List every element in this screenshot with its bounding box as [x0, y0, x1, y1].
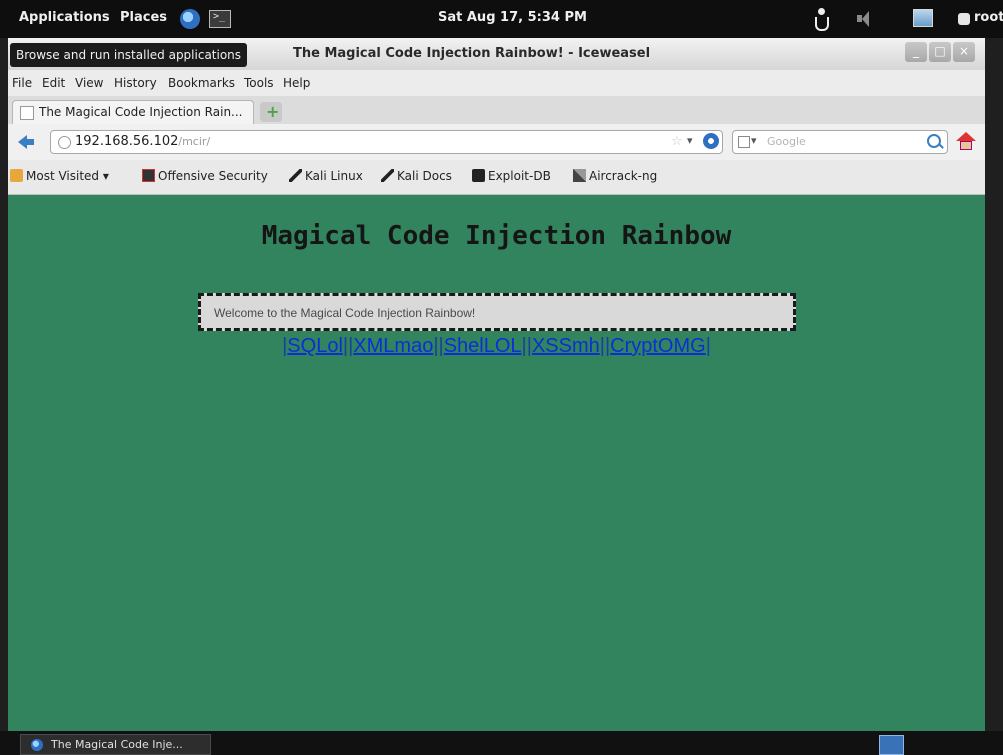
taskbar-window-button[interactable]: The Magical Code Inje...	[20, 734, 211, 755]
menu-history[interactable]: History	[114, 76, 157, 90]
browser-window: Browse and run installed applications Th…	[8, 38, 985, 731]
accessibility-icon[interactable]	[814, 8, 829, 31]
navigation-toolbar: 192.168.56.102/mcir/ ☆ ▾ ▾ Google	[8, 124, 985, 160]
link-separator: ||	[521, 335, 532, 357]
url-bar[interactable]: 192.168.56.102/mcir/ ☆ ▾	[50, 130, 723, 154]
network-icon[interactable]	[913, 9, 933, 27]
bookmark-label: Exploit-DB	[488, 169, 551, 183]
folder-icon	[10, 169, 23, 182]
exploit-db-icon	[472, 169, 485, 182]
workspace-switcher[interactable]	[879, 735, 904, 755]
link-xssmh[interactable]: XSSmh	[532, 335, 600, 357]
link-xmlmao[interactable]: XMLmao	[353, 335, 433, 357]
bookmark-label: Offensive Security	[158, 169, 268, 183]
menu-bar: File Edit View History Bookmarks Tools H…	[8, 70, 985, 96]
reload-icon[interactable]	[703, 133, 719, 149]
bookmark-aircrack-ng[interactable]: Aircrack-ng	[573, 169, 657, 183]
top-panel: Applications Places Sat Aug 17, 5:34 PM …	[0, 0, 1003, 38]
bookmark-label: Kali Docs	[397, 169, 452, 183]
bookmarks-toolbar: Most Visited ▾ Offensive Security Kali L…	[8, 160, 985, 195]
tab-title: The Magical Code Injection Rain...	[39, 105, 243, 119]
chevron-down-icon[interactable]: ▾	[751, 134, 757, 147]
url-text: 192.168.56.102/mcir/	[75, 134, 210, 149]
link-separator: |	[705, 335, 711, 357]
page-content: Magical Code Injection Rainbow Welcome t…	[8, 195, 985, 731]
bookmark-label: Kali Linux	[305, 169, 363, 183]
search-bar[interactable]: ▾ Google	[732, 130, 948, 154]
new-tab-button[interactable]	[260, 102, 282, 122]
search-engine-icon[interactable]	[738, 136, 750, 148]
terminal-launcher-icon[interactable]	[209, 10, 231, 28]
close-button[interactable]	[953, 42, 975, 62]
places-menu[interactable]: Places	[120, 10, 167, 25]
bookmark-offensive-security[interactable]: Offensive Security	[142, 169, 268, 183]
kali-dragon-icon	[289, 169, 302, 182]
menu-bookmarks[interactable]: Bookmarks	[168, 76, 235, 90]
welcome-message: Welcome to the Magical Code Injection Ra…	[214, 306, 476, 320]
iceweasel-icon	[31, 739, 43, 751]
menu-edit[interactable]: Edit	[42, 76, 65, 90]
taskbar: The Magical Code Inje...	[0, 731, 1003, 755]
kali-dragon-icon	[381, 169, 394, 182]
page-icon	[20, 106, 34, 120]
offensive-security-icon	[142, 169, 155, 182]
link-cryptomg[interactable]: CryptOMG	[610, 335, 706, 357]
maximize-button[interactable]	[929, 42, 951, 62]
bookmark-kali-docs[interactable]: Kali Docs	[381, 169, 452, 183]
welcome-box: Welcome to the Magical Code Injection Ra…	[198, 293, 796, 331]
link-separator: ||	[342, 335, 354, 357]
menu-tools[interactable]: Tools	[244, 76, 274, 90]
bookmark-star-icon[interactable]: ☆	[671, 134, 683, 149]
volume-icon[interactable]	[857, 11, 875, 27]
back-arrow-icon[interactable]	[14, 132, 36, 152]
bookmark-label: Most Visited	[26, 169, 100, 183]
link-sqlol[interactable]: SQLol	[287, 335, 343, 357]
applications-tooltip: Browse and run installed applications	[10, 43, 248, 67]
home-icon[interactable]	[956, 132, 976, 152]
link-separator: ||	[433, 335, 444, 357]
search-icon[interactable]	[927, 134, 941, 148]
url-path: /mcir/	[178, 135, 211, 148]
page-title: Magical Code Injection Rainbow	[261, 221, 732, 251]
user-menu[interactable]: root	[974, 10, 1003, 25]
bookmark-most-visited[interactable]: Most Visited ▾	[10, 169, 109, 183]
search-placeholder: Google	[767, 135, 806, 148]
minimize-button[interactable]	[905, 42, 927, 62]
url-host: 192.168.56.102	[75, 134, 179, 149]
globe-icon	[58, 136, 71, 149]
clock[interactable]: Sat Aug 17, 5:34 PM	[438, 10, 587, 25]
iceweasel-launcher-icon[interactable]	[180, 9, 200, 29]
link-shellol[interactable]: ShelLOL	[444, 335, 522, 357]
window-titlebar[interactable]: Browse and run installed applications Th…	[8, 38, 985, 70]
taskbar-window-label: The Magical Code Inje...	[51, 738, 183, 751]
tab-mcir[interactable]: The Magical Code Injection Rain...	[12, 100, 254, 124]
bookmark-exploit-db[interactable]: Exploit-DB	[472, 169, 551, 183]
chevron-down-icon[interactable]: ▾	[687, 134, 693, 147]
challenge-links: |SQLol||XMLmao||ShelLOL||XSSmh||CryptOMG…	[8, 335, 985, 358]
applications-menu[interactable]: Applications	[19, 10, 110, 25]
window-title: The Magical Code Injection Rainbow! - Ic…	[293, 46, 651, 61]
tab-bar: The Magical Code Injection Rain...	[8, 96, 985, 124]
menu-view[interactable]: View	[75, 76, 103, 90]
link-separator: ||	[599, 335, 611, 357]
bookmark-kali-linux[interactable]: Kali Linux	[289, 169, 363, 183]
aircrack-icon	[573, 169, 586, 182]
menu-help[interactable]: Help	[283, 76, 310, 90]
menu-file[interactable]: File	[12, 76, 32, 90]
user-icon[interactable]	[958, 13, 970, 25]
bookmark-label: Aircrack-ng	[589, 169, 658, 183]
